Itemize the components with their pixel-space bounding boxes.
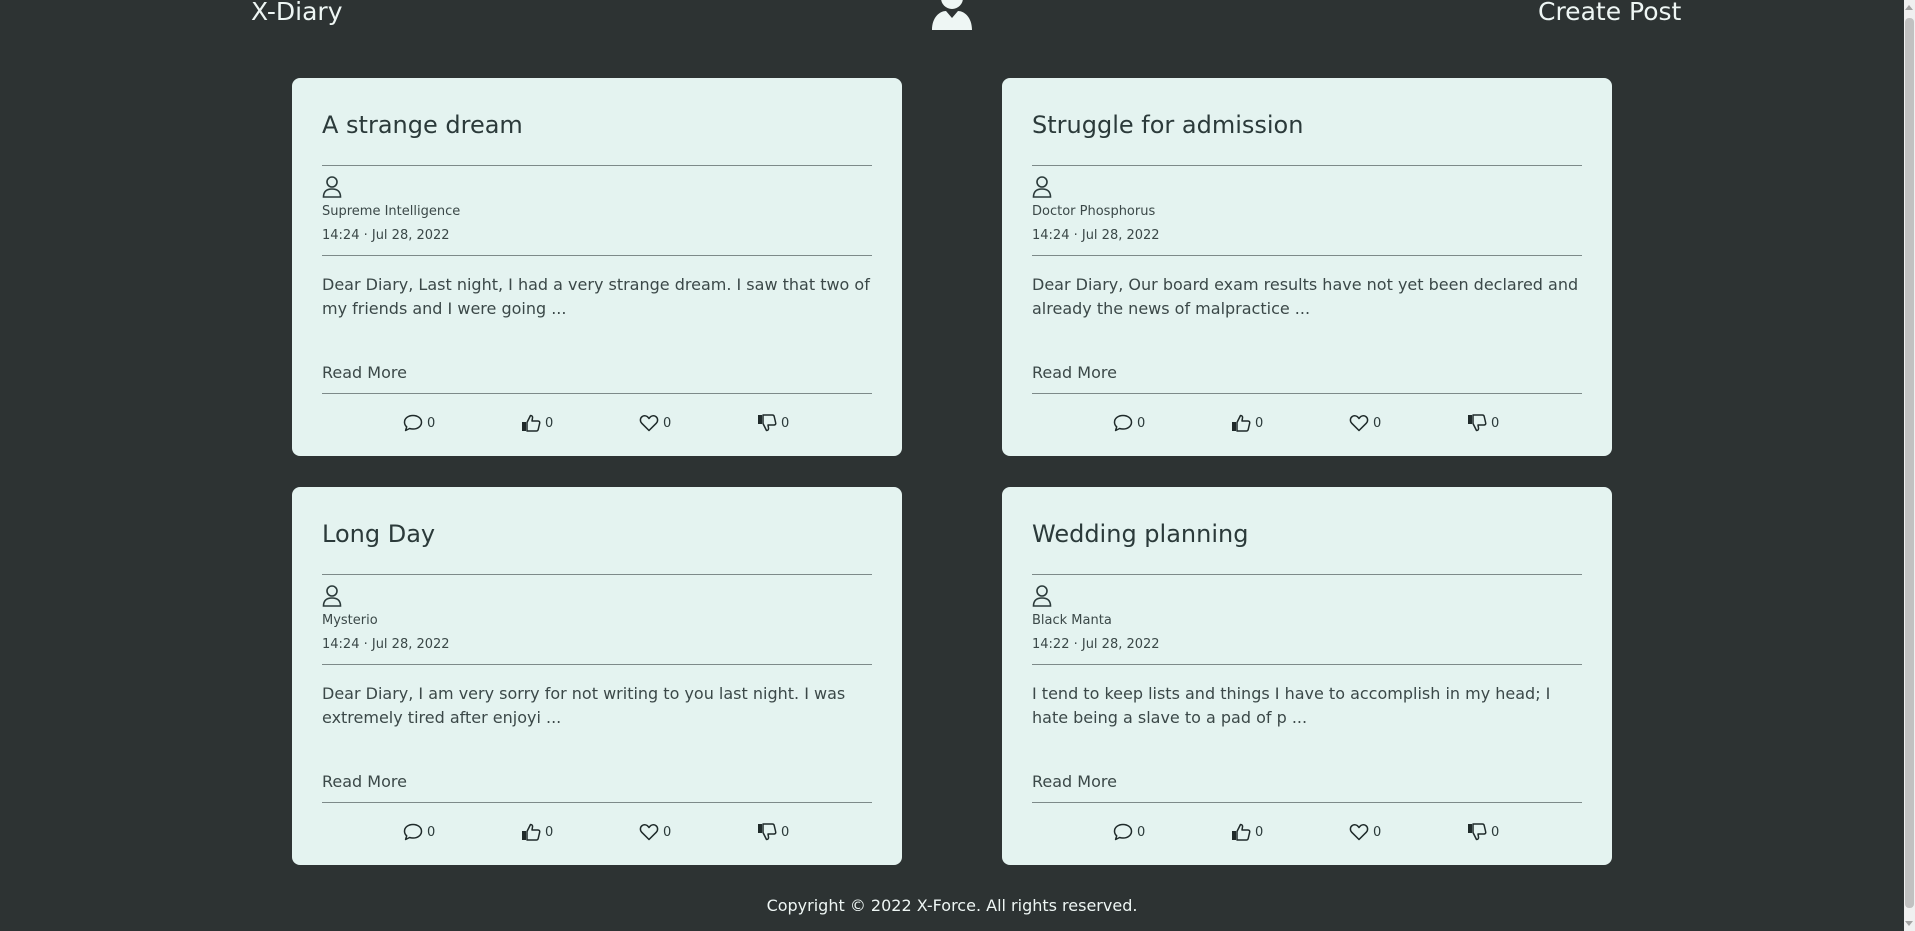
- divider: [322, 165, 872, 166]
- create-post-link[interactable]: Create Post: [1538, 0, 1681, 26]
- love-button[interactable]: 0: [1349, 821, 1381, 843]
- comment-button[interactable]: 0: [403, 412, 435, 434]
- dislike-count: 0: [781, 415, 790, 431]
- love-count: 0: [1373, 824, 1382, 840]
- thumbs-down-icon: [758, 823, 777, 841]
- divider: [1032, 165, 1582, 166]
- post-excerpt: Dear Diary, Our board exam results have …: [1032, 275, 1579, 318]
- author-name: Mysterio: [322, 613, 378, 628]
- love-count: 0: [663, 415, 672, 431]
- post-card: Wedding planning Black Manta 14:22 · Jul…: [1002, 487, 1612, 865]
- post-card: A strange dream Supreme Intelligence 14:…: [292, 78, 902, 456]
- comment-icon: [1113, 823, 1133, 841]
- post-card: Long Day Mysterio 14:24 · Jul 28, 2022 D…: [292, 487, 902, 865]
- heart-icon: [1349, 415, 1369, 432]
- post-date: 14:22 · Jul 28, 2022: [1032, 637, 1160, 652]
- thumbs-up-icon: [522, 823, 541, 841]
- comment-count: 0: [1137, 824, 1146, 840]
- divider: [322, 393, 872, 394]
- heart-icon: [639, 415, 659, 432]
- love-button[interactable]: 0: [639, 821, 671, 843]
- comment-count: 0: [427, 824, 436, 840]
- read-more-link[interactable]: Read More: [1032, 772, 1117, 791]
- dislike-button[interactable]: 0: [1467, 821, 1499, 843]
- scroll-down-arrow-icon[interactable]: [1905, 921, 1913, 926]
- love-button[interactable]: 0: [639, 412, 671, 434]
- divider: [1032, 255, 1582, 256]
- like-button[interactable]: 0: [1231, 821, 1263, 843]
- post-card: Struggle for admission Doctor Phosphorus…: [1002, 78, 1612, 456]
- dislike-count: 0: [1491, 415, 1500, 431]
- comment-icon: [1113, 414, 1133, 432]
- divider: [1032, 664, 1582, 665]
- dislike-count: 0: [781, 824, 790, 840]
- dislike-button[interactable]: 0: [1467, 412, 1499, 434]
- post-title: Long Day: [322, 520, 436, 548]
- person-outline-icon: [322, 176, 342, 198]
- post-excerpt: Dear Diary, I am very sorry for not writ…: [322, 684, 846, 727]
- like-button[interactable]: 0: [521, 821, 553, 843]
- post-title: Wedding planning: [1032, 520, 1249, 548]
- thumbs-down-icon: [1468, 414, 1487, 432]
- divider: [322, 802, 872, 803]
- read-more-link[interactable]: Read More: [1032, 363, 1117, 382]
- vertical-scrollbar[interactable]: [1904, 0, 1915, 931]
- divider: [322, 664, 872, 665]
- dislike-button[interactable]: 0: [757, 821, 789, 843]
- like-button[interactable]: 0: [1231, 412, 1263, 434]
- thumbs-down-icon: [1468, 823, 1487, 841]
- love-count: 0: [663, 824, 672, 840]
- post-date: 14:24 · Jul 28, 2022: [1032, 228, 1160, 243]
- divider: [1032, 393, 1582, 394]
- scroll-up-arrow-icon[interactable]: [1905, 5, 1913, 10]
- person-outline-icon: [1032, 585, 1052, 607]
- divider: [1032, 574, 1582, 575]
- post-excerpt: Dear Diary, Last night, I had a very str…: [322, 275, 870, 318]
- comment-count: 0: [427, 415, 436, 431]
- person-outline-icon: [322, 585, 342, 607]
- like-count: 0: [1255, 824, 1264, 840]
- user-silhouette-icon[interactable]: [928, 0, 976, 30]
- dislike-count: 0: [1491, 824, 1500, 840]
- dislike-button[interactable]: 0: [757, 412, 789, 434]
- comment-icon: [403, 823, 423, 841]
- post-title: Struggle for admission: [1032, 111, 1304, 139]
- comment-icon: [403, 414, 423, 432]
- scrollbar-thumb[interactable]: [1905, 18, 1914, 908]
- like-count: 0: [1255, 415, 1264, 431]
- comment-button[interactable]: 0: [1113, 412, 1145, 434]
- post-excerpt: I tend to keep lists and things I have t…: [1032, 684, 1551, 727]
- read-more-link[interactable]: Read More: [322, 363, 407, 382]
- comment-button[interactable]: 0: [1113, 821, 1145, 843]
- person-outline-icon: [1032, 176, 1052, 198]
- heart-icon: [1349, 824, 1369, 841]
- love-count: 0: [1373, 415, 1382, 431]
- read-more-link[interactable]: Read More: [322, 772, 407, 791]
- love-button[interactable]: 0: [1349, 412, 1381, 434]
- thumbs-up-icon: [522, 414, 541, 432]
- brand-logo-text[interactable]: X-Diary: [251, 0, 343, 26]
- thumbs-up-icon: [1232, 414, 1251, 432]
- thumbs-down-icon: [758, 414, 777, 432]
- footer-copyright: Copyright © 2022 X-Force. All rights res…: [766, 896, 1138, 915]
- divider: [322, 574, 872, 575]
- author-name: Supreme Intelligence: [322, 204, 461, 219]
- heart-icon: [639, 824, 659, 841]
- post-date: 14:24 · Jul 28, 2022: [322, 228, 450, 243]
- post-title: A strange dream: [322, 111, 523, 139]
- like-count: 0: [545, 415, 554, 431]
- post-date: 14:24 · Jul 28, 2022: [322, 637, 450, 652]
- comment-count: 0: [1137, 415, 1146, 431]
- author-name: Doctor Phosphorus: [1032, 204, 1156, 219]
- like-button[interactable]: 0: [521, 412, 553, 434]
- author-name: Black Manta: [1032, 613, 1112, 628]
- comment-button[interactable]: 0: [403, 821, 435, 843]
- divider: [322, 255, 872, 256]
- like-count: 0: [545, 824, 554, 840]
- divider: [1032, 802, 1582, 803]
- thumbs-up-icon: [1232, 823, 1251, 841]
